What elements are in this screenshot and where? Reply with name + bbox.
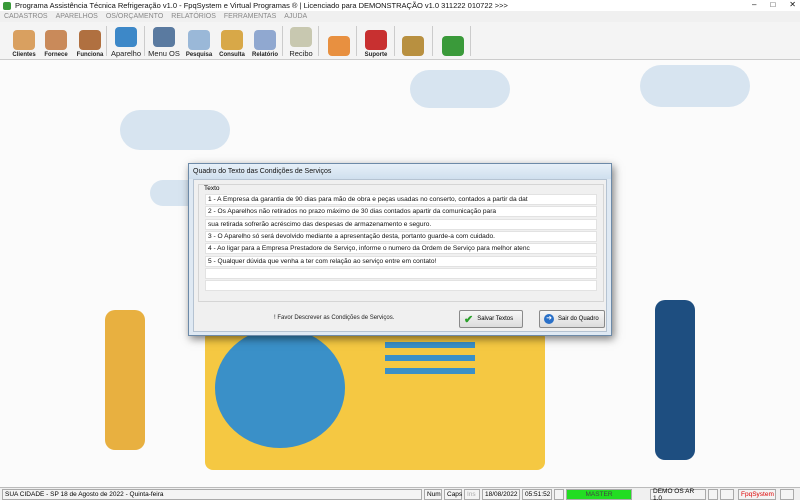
info-icon xyxy=(780,489,794,500)
info-message: ! Favor Descrever as Condições de Serviç… xyxy=(274,315,395,321)
toolbar-separator xyxy=(432,26,433,56)
toolbar-button-calculator[interactable] xyxy=(323,24,355,58)
toolbar-label: Relatório xyxy=(251,52,278,58)
toolbar-label: Aparelho xyxy=(110,49,142,58)
status-time: 05:51:52 xyxy=(522,489,552,500)
maximize-button[interactable]: □ xyxy=(770,0,775,9)
toolbar-label: Recibo xyxy=(289,49,313,58)
toolbar-button-pesquisa[interactable]: Pesquisa xyxy=(183,24,215,58)
search-icon xyxy=(188,30,210,50)
support-icon xyxy=(365,30,387,50)
toolbar-button-exit[interactable] xyxy=(437,24,469,58)
user-icon xyxy=(554,489,564,500)
toolbar-separator xyxy=(282,26,283,56)
toolbar-button-suporte[interactable]: Suporte xyxy=(360,24,392,58)
status-version: DEMO OS AR 1.0 xyxy=(650,488,706,502)
dialog-title: Quadro do Texto das Condições de Serviço… xyxy=(189,164,611,179)
toolbar-button-consulta[interactable]: Consulta xyxy=(216,24,248,58)
calculator-icon xyxy=(328,36,350,56)
status-caps: Caps xyxy=(444,489,462,500)
menu-relatorios[interactable]: RELATÓRIOS xyxy=(171,13,216,20)
toolbar-button-recibo[interactable]: Recibo xyxy=(285,24,317,58)
exit-dialog-button[interactable]: ➜ Sair do Quadro xyxy=(539,310,605,328)
toolbar-separator xyxy=(356,26,357,56)
toolbar-label: Menu OS xyxy=(148,49,180,58)
toolbar-separator xyxy=(144,26,145,56)
status-num: Num xyxy=(424,489,442,500)
minimize-button[interactable]: – xyxy=(752,0,756,9)
condition-text-row[interactable] xyxy=(205,280,597,292)
menu-ferramentas[interactable]: FERRAMENTAS xyxy=(224,13,276,20)
toolbar-label: Clientes xyxy=(12,52,36,58)
fan-illustration xyxy=(215,328,345,448)
person-left-illustration xyxy=(105,310,145,450)
toolbar-label: Fornece xyxy=(44,52,68,58)
status-ins: Ins xyxy=(464,489,480,500)
tools-icon xyxy=(153,27,175,47)
menu-os-orcamento[interactable]: OS/ORÇAMENTO xyxy=(106,13,163,20)
toolbar-button-clientes[interactable]: Clientes xyxy=(8,24,40,58)
printer-icon xyxy=(254,30,276,50)
condition-text-row[interactable]: sua retirada sofrerão acréscimo das desp… xyxy=(205,218,597,230)
checkmark-icon: ✔ xyxy=(464,313,474,326)
lock-icon xyxy=(708,489,718,500)
toolbar-label: Pesquisa xyxy=(185,52,213,58)
condition-text-row[interactable]: 2 - Os Aparelhos não retirados no prazo … xyxy=(205,206,597,218)
save-texts-button[interactable]: ✔ Salvar Textos xyxy=(459,310,523,328)
toolbar-button-menuos[interactable]: Menu OS xyxy=(148,24,180,58)
status-brand: FpqSystem xyxy=(738,489,776,500)
status-city-date: SUA CIDADE - SP 18 de Agosto de 2022 - Q… xyxy=(2,489,422,500)
status-user: MASTER xyxy=(566,489,632,500)
exit-icon xyxy=(442,36,464,56)
toolbar: Clientes Fornece Funciona Aparelho Menu OS Pe… xyxy=(0,22,800,60)
employee-icon xyxy=(79,30,101,50)
title-bar: Programa Assistência Técnica Refrigeraçã… xyxy=(0,0,800,11)
folder-icon xyxy=(221,30,243,50)
condition-text-row[interactable]: 1 - A Empresa da garantia de 90 dias par… xyxy=(205,194,597,205)
coin-icon xyxy=(402,36,424,56)
menu-ajuda[interactable]: AJUDA xyxy=(284,13,307,20)
condition-text-row[interactable] xyxy=(205,267,597,279)
monitor-icon xyxy=(720,489,734,500)
toolbar-separator xyxy=(318,26,319,56)
condition-text-row[interactable]: 4 - Ao ligar para a Empresa Prestadore d… xyxy=(205,243,597,255)
menu-cadastros[interactable]: CADASTROS xyxy=(4,13,48,20)
app-icon xyxy=(3,1,11,10)
toolbar-separator xyxy=(394,26,395,56)
air-conditioner-icon xyxy=(115,27,137,47)
menu-aparelhos[interactable]: APARELHOS xyxy=(56,13,98,20)
toolbar-label: Suporte xyxy=(364,52,388,58)
clients-icon xyxy=(13,30,35,50)
toolbar-button-coin[interactable] xyxy=(397,24,429,58)
person-right-illustration xyxy=(655,300,695,460)
condition-text-row[interactable]: 3 - O Aparelho só será devolvido mediant… xyxy=(205,230,597,242)
close-button[interactable]: ✕ xyxy=(789,0,796,9)
toolbar-label: Consulta xyxy=(219,52,245,58)
status-bar: SUA CIDADE - SP 18 de Agosto de 2022 - Q… xyxy=(0,487,800,502)
window-title: Programa Assistência Técnica Refrigeraçã… xyxy=(15,1,508,10)
toolbar-separator xyxy=(470,26,471,56)
condition-text-row[interactable]: 5 - Qualquer dúvida que venha a ter com … xyxy=(205,255,597,267)
toolbar-separator xyxy=(106,26,107,56)
toolbar-button-fornece[interactable]: Fornece xyxy=(40,24,72,58)
group-label: Texto xyxy=(203,185,221,192)
arrow-right-circle-icon: ➜ xyxy=(544,314,554,324)
conditions-dialog: Quadro do Texto das Condições de Serviço… xyxy=(188,163,612,336)
toolbar-label: Funciona xyxy=(76,52,104,58)
toolbar-button-aparelho[interactable]: Aparelho xyxy=(110,24,142,58)
status-date: 18/08/2022 xyxy=(482,489,520,500)
menu-bar: CADASTROS APARELHOS OS/ORÇAMENTO RELATÓR… xyxy=(0,11,800,22)
toolbar-button-funciona[interactable]: Funciona xyxy=(74,24,106,58)
toolbar-button-relatrio[interactable]: Relatório xyxy=(249,24,281,58)
supplier-icon xyxy=(45,30,67,50)
receipt-icon xyxy=(290,27,312,47)
